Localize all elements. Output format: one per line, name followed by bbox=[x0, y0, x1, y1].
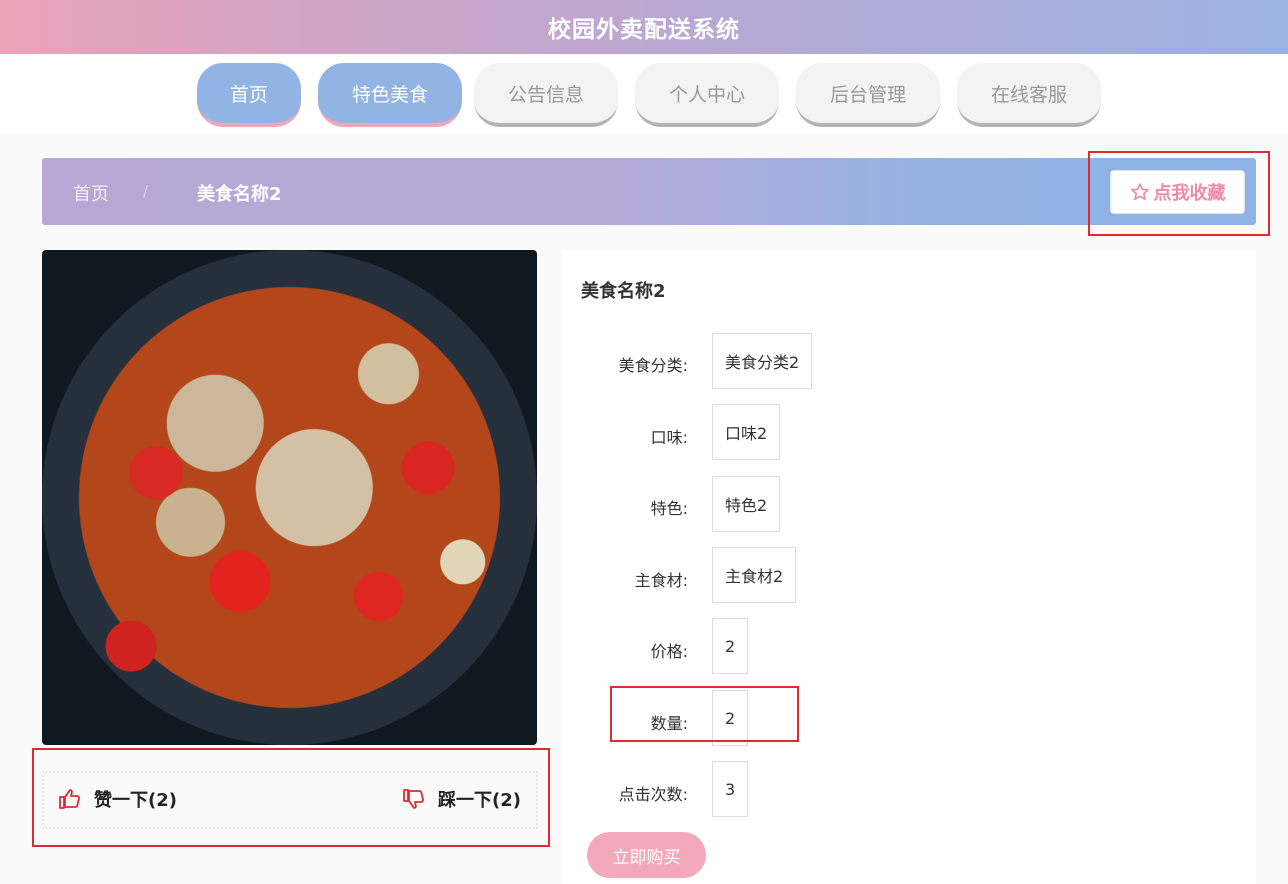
field-value-click-count: 3 bbox=[712, 761, 749, 817]
breadcrumb: 首页 / 美食名称2 bbox=[42, 158, 1256, 225]
nav-admin[interactable]: 后台管理 bbox=[796, 63, 940, 127]
field-value-price: 2 bbox=[712, 618, 749, 674]
field-value-taste: 口味2 bbox=[712, 404, 781, 460]
nav-home[interactable]: 首页 bbox=[197, 63, 301, 127]
field-label-click-count: 点击次数: bbox=[618, 785, 688, 804]
top-banner: 校园外卖配送系统 bbox=[0, 0, 1288, 54]
nav-personal-center[interactable]: 个人中心 bbox=[635, 63, 779, 127]
field-value-main-ingredient: 主食材2 bbox=[712, 547, 797, 603]
main-nav: 首页 特色美食 公告信息 个人中心 后台管理 在线客服 bbox=[0, 54, 1288, 134]
app-title: 校园外卖配送系统 bbox=[548, 17, 740, 43]
breadcrumb-separator: / bbox=[143, 182, 149, 200]
field-value-category: 美食分类2 bbox=[712, 333, 813, 389]
highlight-box bbox=[610, 686, 799, 742]
nav-online-service[interactable]: 在线客服 bbox=[957, 63, 1101, 127]
field-label-main-ingredient: 主食材: bbox=[634, 571, 688, 590]
field-label-price: 价格: bbox=[650, 642, 688, 661]
field-label-category: 美食分类: bbox=[618, 356, 688, 375]
food-name: 美食名称2 bbox=[581, 281, 666, 302]
breadcrumb-home-link[interactable]: 首页 bbox=[73, 180, 109, 206]
nav-featured-food[interactable]: 特色美食 bbox=[318, 63, 462, 127]
nav-announcements[interactable]: 公告信息 bbox=[474, 63, 618, 127]
highlight-box bbox=[32, 748, 550, 847]
buy-now-button[interactable]: 立即购买 bbox=[587, 832, 706, 878]
breadcrumb-current: 美食名称2 bbox=[197, 184, 282, 205]
highlight-box bbox=[1088, 151, 1270, 236]
food-image bbox=[42, 250, 537, 745]
field-value-feature: 特色2 bbox=[712, 476, 781, 532]
field-label-taste: 口味: bbox=[650, 428, 688, 447]
field-label-feature: 特色: bbox=[650, 499, 688, 518]
